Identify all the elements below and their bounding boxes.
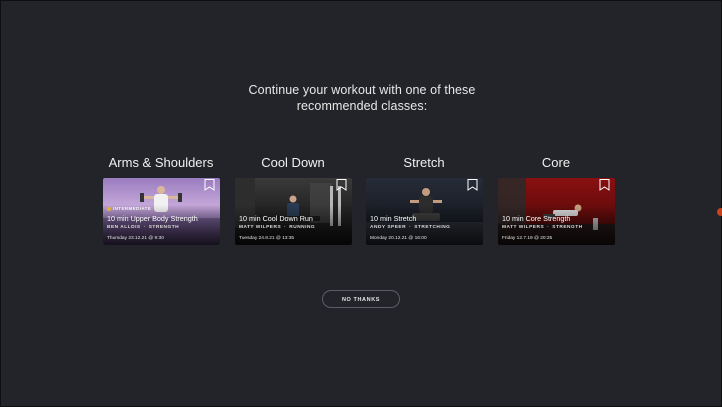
class-type: STRETCHING [414, 225, 451, 230]
class-thumbnail[interactable]: INTERMEDIATE 10 min Upper Body Strength … [103, 178, 220, 245]
category-label: Arms & Shoulders [108, 155, 214, 170]
level-badge: INTERMEDIATE [107, 206, 151, 211]
category-label: Core [541, 155, 571, 170]
level-dot-icon [107, 206, 111, 211]
class-thumbnail[interactable]: 10 min Core Strength MATT WILPERS · STRENG… [498, 178, 615, 245]
class-type: RUNNING [289, 225, 316, 230]
class-thumbnail[interactable]: 10 min Stretch ANDY SPEER · STRETCHING Mon… [366, 178, 483, 245]
class-title: 10 min Upper Body Strength [107, 214, 198, 223]
class-card-cool-down: Cool Down 10 min Cool Down Run MATT WILP… [235, 154, 352, 245]
class-thumbnail[interactable]: 10 min Cool Down Run MATT WILPERS · RUNNIN… [235, 178, 352, 245]
prompt-heading-line2: recommended classes: [296, 99, 428, 113]
edge-handle [717, 208, 722, 216]
bookmark-icon[interactable] [204, 179, 215, 191]
class-meta: ANDY SPEER · STRETCHING [370, 225, 450, 230]
class-meta: MATT WILPERS · RUNNING [239, 225, 315, 230]
no-thanks-button[interactable]: NO THANKS [322, 290, 400, 308]
meta-separator: · [143, 225, 146, 230]
bookmark-icon[interactable] [599, 179, 610, 191]
category-label: Stretch [403, 155, 445, 170]
class-title: 10 min Core Strength [502, 214, 571, 223]
bookmark-icon[interactable] [336, 179, 347, 191]
class-type: STRENGTH [552, 225, 583, 230]
class-date: Tuesday 24.8.21 @ 13:35 [239, 236, 295, 241]
class-meta: MATT WILPERS · STRENGTH [502, 225, 583, 230]
class-card-arms-shoulders: Arms & Shoulders INTERMEDIATE 10 min Upp… [103, 154, 220, 245]
level-label: INTERMEDIATE [113, 206, 152, 211]
class-type: STRENGTH [148, 225, 180, 230]
class-date: Thursday 23.12.21 @ 9:30 [107, 236, 164, 241]
class-meta: BEN ALLDIS · STRENGTH [107, 225, 179, 230]
class-card-stretch: Stretch 10 min Stretch ANDY SPEER · STRETC… [366, 154, 483, 245]
category-label: Cool Down [261, 155, 325, 170]
class-date: Friday 12.7.19 @ 20:25 [502, 236, 553, 241]
instructor-name: ANDY SPEER [370, 225, 407, 230]
prompt-heading-line1: Continue your workout with one of these [248, 83, 476, 97]
instructor-name: MATT WILPERS [502, 225, 545, 230]
prompt-heading: Continue your workout with one of these … [1, 82, 722, 114]
recommended-classes: Arms & Shoulders INTERMEDIATE 10 min Upp… [103, 154, 623, 246]
instructor-name: BEN ALLDIS [107, 225, 141, 230]
meta-separator: · [284, 225, 287, 230]
class-card-core: Core 10 min Core Strength MATT WILPERS · S… [498, 154, 615, 245]
bookmark-icon[interactable] [467, 179, 478, 191]
class-title: 10 min Stretch [370, 214, 417, 223]
class-title: 10 min Cool Down Run [239, 214, 313, 223]
instructor-name: MATT WILPERS [239, 225, 282, 230]
meta-separator: · [409, 225, 412, 230]
class-date: Monday 20.12.21 @ 16:00 [370, 236, 427, 241]
meta-separator: · [547, 225, 550, 230]
